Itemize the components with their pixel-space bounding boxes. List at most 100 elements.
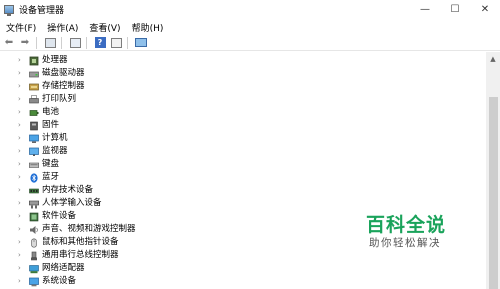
expand-chevron-icon[interactable]: › bbox=[18, 223, 26, 236]
tree-item-label: 声音、视频和游戏控制器 bbox=[42, 224, 136, 234]
expand-chevron-icon[interactable]: › bbox=[18, 106, 26, 119]
expand-chevron-icon[interactable]: › bbox=[18, 249, 26, 262]
help-button[interactable]: ? bbox=[93, 36, 107, 49]
vertical-scrollbar[interactable]: ▲ bbox=[486, 52, 500, 289]
tree-item-label: 通用串行总线控制器 bbox=[42, 250, 119, 260]
system-device-icon bbox=[29, 277, 39, 286]
expand-chevron-icon[interactable]: › bbox=[18, 67, 26, 80]
tree-item-processor[interactable]: › 处理器 bbox=[0, 54, 486, 67]
help-icon: ? bbox=[94, 37, 106, 48]
back-button[interactable]: ⬅ bbox=[2, 36, 16, 49]
window-title: 设备管理器 bbox=[19, 6, 65, 16]
tree-item-label: 软件设备 bbox=[42, 211, 77, 221]
storage-controller-icon bbox=[29, 83, 39, 90]
bluetooth-icon bbox=[30, 172, 38, 183]
tree-item-keyboard[interactable]: › 键盘 bbox=[0, 158, 486, 171]
properties-button[interactable] bbox=[68, 36, 82, 49]
watermark: 百科全说 助你轻松解决 bbox=[366, 214, 476, 250]
console-tree-icon bbox=[44, 37, 56, 48]
properties-icon bbox=[69, 37, 81, 48]
menu-bar: 文件(F) 操作(A) 查看(V) 帮助(H) bbox=[0, 19, 500, 35]
tree-item-computer[interactable]: › 计算机 bbox=[0, 132, 486, 145]
expand-chevron-icon[interactable]: › bbox=[18, 132, 26, 145]
tree-item-label: 人体学输入设备 bbox=[42, 198, 102, 208]
tree-item-print-queue[interactable]: › 打印队列 bbox=[0, 93, 486, 106]
tree-item-label: 处理器 bbox=[42, 55, 68, 65]
minimize-button[interactable]: — bbox=[410, 0, 440, 19]
tree-item-label: 打印队列 bbox=[42, 94, 77, 104]
toolbar-separator bbox=[127, 36, 128, 49]
expand-chevron-icon[interactable]: › bbox=[18, 93, 26, 106]
maximize-button[interactable]: ☐ bbox=[440, 0, 470, 19]
expand-chevron-icon[interactable]: › bbox=[18, 210, 26, 223]
tree-item-firmware[interactable]: › 固件 bbox=[0, 119, 486, 132]
tree-item-label: 电池 bbox=[42, 107, 60, 117]
tree-item-battery[interactable]: › 电池 bbox=[0, 106, 486, 119]
software-device-icon bbox=[29, 212, 39, 221]
toolbar-separator bbox=[86, 36, 87, 49]
menu-action[interactable]: 操作(A) bbox=[42, 21, 83, 34]
toolbar: ⬅ ➡ ? bbox=[0, 35, 500, 51]
tree-item-bluetooth[interactable]: › 蓝牙 bbox=[0, 171, 486, 184]
expand-chevron-icon[interactable]: › bbox=[18, 171, 26, 184]
monitor-icon bbox=[29, 147, 39, 156]
expand-chevron-icon[interactable]: › bbox=[18, 54, 26, 67]
forward-button[interactable]: ➡ bbox=[18, 36, 32, 49]
menu-view[interactable]: 查看(V) bbox=[84, 21, 125, 34]
title-bar: 设备管理器 — ☐ ✕ bbox=[0, 0, 500, 19]
menu-file[interactable]: 文件(F) bbox=[1, 21, 41, 34]
toolbar-separator bbox=[61, 36, 62, 49]
action-pane-button[interactable] bbox=[109, 36, 123, 49]
expand-chevron-icon[interactable]: › bbox=[18, 197, 26, 210]
tree-item-monitor[interactable]: › 监视器 bbox=[0, 145, 486, 158]
memory-device-icon bbox=[29, 188, 39, 193]
scan-hardware-button[interactable] bbox=[134, 36, 148, 49]
tree-item-label: 监视器 bbox=[42, 146, 68, 156]
battery-icon bbox=[29, 109, 39, 116]
tree-item-label: 固件 bbox=[42, 120, 60, 130]
mouse-icon bbox=[31, 238, 37, 247]
menu-help[interactable]: 帮助(H) bbox=[127, 21, 169, 34]
firmware-icon bbox=[30, 121, 38, 130]
watermark-subtitle: 助你轻松解决 bbox=[369, 237, 441, 249]
tree-item-network-adapter[interactable]: › 网络适配器 bbox=[0, 262, 486, 275]
disk-drive-icon bbox=[29, 71, 39, 77]
forward-arrow-icon: ➡ bbox=[20, 36, 30, 48]
tree-item-label: 磁盘驱动器 bbox=[42, 68, 85, 78]
expand-chevron-icon[interactable]: › bbox=[18, 80, 26, 93]
expand-chevron-icon[interactable]: › bbox=[18, 236, 26, 249]
expand-chevron-icon[interactable]: › bbox=[18, 184, 26, 197]
processor-icon bbox=[29, 56, 39, 65]
tree-item-label: 内存技术设备 bbox=[42, 185, 94, 195]
expand-chevron-icon[interactable]: › bbox=[18, 158, 26, 171]
device-tree: › 处理器 › 磁盘驱动器 › 存储控制器 › 打印队列 › 电池 › 固件 ›… bbox=[0, 52, 486, 289]
window-controls: — ☐ ✕ bbox=[410, 0, 500, 19]
print-queue-icon bbox=[29, 94, 39, 103]
tree-item-label: 键盘 bbox=[42, 159, 60, 169]
expand-chevron-icon[interactable]: › bbox=[18, 119, 26, 132]
expand-chevron-icon[interactable]: › bbox=[18, 275, 26, 288]
tree-item-memory-device[interactable]: › 内存技术设备 bbox=[0, 184, 486, 197]
close-button[interactable]: ✕ bbox=[470, 0, 500, 19]
usb-icon bbox=[31, 251, 37, 260]
scan-monitor-icon bbox=[135, 38, 147, 47]
tree-item-system-device[interactable]: › 系统设备 bbox=[0, 275, 486, 288]
tree-item-hid[interactable]: › 人体学输入设备 bbox=[0, 197, 486, 210]
tree-item-usb[interactable]: › 通用串行总线控制器 bbox=[0, 249, 486, 262]
scrollbar-thumb[interactable] bbox=[489, 97, 498, 289]
tree-item-disk-drive[interactable]: › 磁盘驱动器 bbox=[0, 67, 486, 80]
watermark-title: 百科全说 bbox=[366, 214, 447, 236]
device-manager-icon bbox=[4, 5, 14, 16]
show-hide-console-tree-button[interactable] bbox=[43, 36, 57, 49]
sound-icon bbox=[30, 225, 38, 234]
tree-item-label: 存储控制器 bbox=[42, 81, 85, 91]
toolbar-separator bbox=[36, 36, 37, 49]
expand-chevron-icon[interactable]: › bbox=[18, 262, 26, 275]
expand-chevron-icon[interactable]: › bbox=[18, 145, 26, 158]
keyboard-icon bbox=[29, 162, 39, 168]
scroll-up-arrow-icon[interactable]: ▲ bbox=[486, 52, 500, 65]
action-pane-icon bbox=[110, 37, 122, 48]
hid-icon bbox=[29, 200, 39, 208]
back-arrow-icon: ⬅ bbox=[4, 36, 14, 48]
tree-item-storage-controller[interactable]: › 存储控制器 bbox=[0, 80, 486, 93]
